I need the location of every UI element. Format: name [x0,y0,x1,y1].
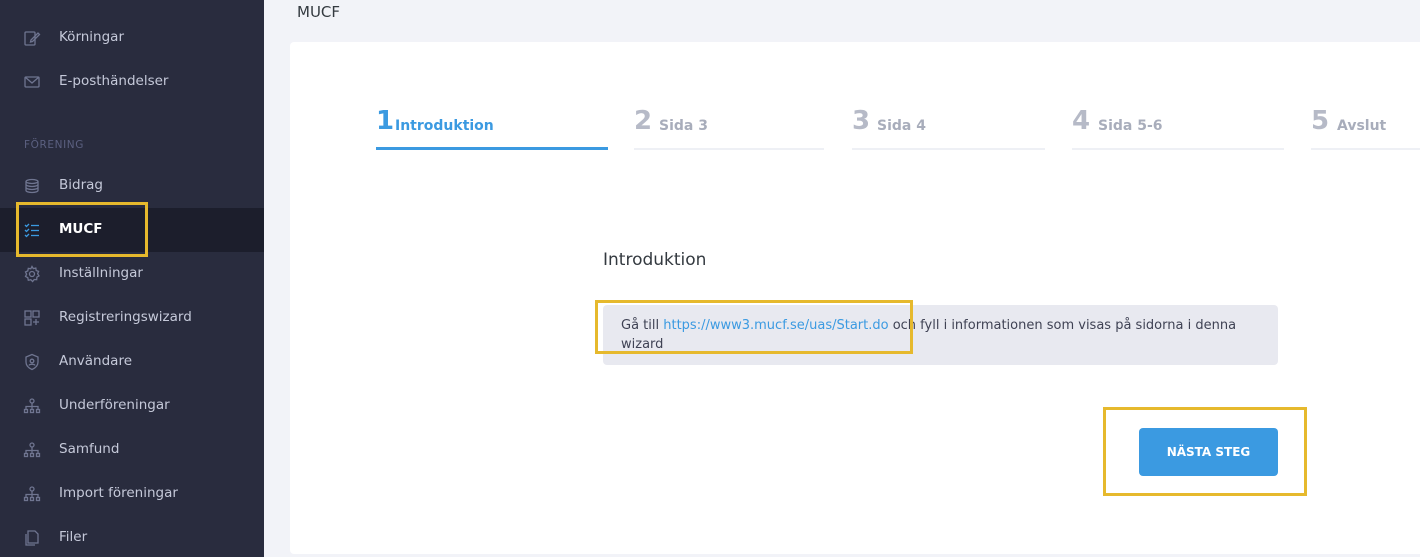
sidebar-item-import-foreningar[interactable]: Import föreningar [0,472,264,516]
step-progress-bar [1311,148,1420,150]
step-progress-bar [852,148,1045,150]
info-text-prefix: Gå till [621,318,664,333]
step-label: Introduktion [395,118,494,134]
step-number: 2 [634,106,653,136]
sidebar-item-mucf[interactable]: MUCF [0,208,264,252]
mucf-link[interactable]: https://www3.mucf.se/uas/Start.do [663,318,888,333]
shield-icon [22,352,42,372]
sidebar-item-underforeningar[interactable]: Underföreningar [0,384,264,428]
sidebar-item-anvandare[interactable]: Användare [0,340,264,384]
checklist-icon [22,220,42,240]
wizard-step-3[interactable]: 3 Sida 4 [852,106,1045,152]
layout-grid-icon [22,308,42,328]
info-box: Gå till https://www3.mucf.se/uas/Start.d… [603,305,1278,365]
files-icon [22,528,42,548]
gear-icon [22,264,42,284]
step-progress-bar [376,147,608,150]
wizard-step-5[interactable]: 5 Avslut [1311,106,1420,152]
sidebar-item-samfund[interactable]: Samfund [0,428,264,472]
coins-icon [22,176,42,196]
org-chart-icon [22,440,42,460]
sidebar-item-label: Samfund [59,441,120,457]
sidebar-item-label: Import föreningar [59,485,178,501]
step-label: Sida 3 [659,118,708,134]
step-number: 4 [1072,106,1091,136]
sidebar-item-label: MUCF [59,221,103,237]
section-title: Introduktion [603,250,707,270]
sidebar: Körningar E-posthändelser FÖRENING Bidra… [0,0,264,557]
sidebar-item-label: Körningar [59,29,125,45]
page-title: MUCF [297,3,341,21]
sidebar-item-label: Filer [59,529,88,545]
step-label: Sida 5-6 [1098,118,1163,134]
step-number: 1 [376,106,395,136]
sidebar-item-korningar[interactable]: Körningar [0,16,264,60]
sidebar-item-registreringswizard[interactable]: Registreringswizard [0,296,264,340]
org-chart-icon [22,484,42,504]
step-label: Sida 4 [877,118,926,134]
sidebar-item-label: Inställningar [59,265,143,281]
sidebar-item-filer[interactable]: Filer [0,516,264,557]
next-step-button[interactable]: NÄSTA STEG [1139,428,1278,476]
envelope-icon [22,72,42,92]
sidebar-item-label: Registreringswizard [59,309,192,325]
step-progress-bar [1072,148,1284,150]
sidebar-item-label: Underföreningar [59,397,170,413]
sidebar-item-e-posthandelser[interactable]: E-posthändelser [0,60,264,104]
sidebar-item-installningar[interactable]: Inställningar [0,252,264,296]
step-progress-bar [634,148,824,150]
sidebar-item-label: Bidrag [59,177,103,193]
step-number: 5 [1311,106,1330,136]
wizard-step-4[interactable]: 4 Sida 5-6 [1072,106,1284,152]
org-chart-icon [22,396,42,416]
edit-document-icon [22,28,42,48]
wizard-step-1[interactable]: 1 Introduktion [376,106,608,152]
sidebar-section-heading: FÖRENING [24,139,84,151]
sidebar-item-bidrag[interactable]: Bidrag [0,164,264,208]
wizard-step-2[interactable]: 2 Sida 3 [634,106,824,152]
sidebar-item-label: Användare [59,353,133,369]
sidebar-item-label: E-posthändelser [59,73,169,89]
step-label: Avslut [1337,118,1387,134]
step-number: 3 [852,106,871,136]
